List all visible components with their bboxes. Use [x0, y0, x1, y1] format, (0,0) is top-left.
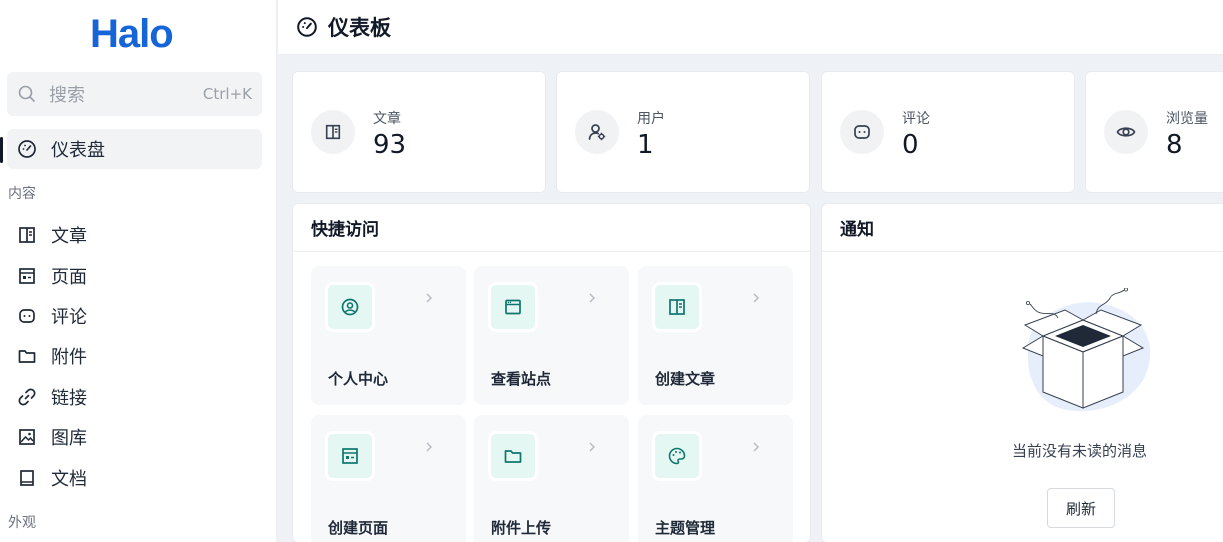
refresh-button[interactable]: 刷新 — [1047, 488, 1115, 528]
folder-icon — [488, 431, 538, 481]
folder-icon — [17, 346, 37, 366]
sidebar-item-label: 文档 — [51, 469, 87, 490]
sidebar-item-label: 附件 — [51, 347, 87, 368]
stat-label: 评论 — [902, 111, 930, 127]
chevron-right-icon — [426, 293, 433, 303]
sidebar-item-label: 仪表盘 — [51, 140, 105, 161]
comment-icon — [840, 110, 884, 154]
stat-value: 0 — [902, 130, 919, 160]
quick-access-profile[interactable]: 个人中心 — [311, 266, 466, 405]
eye-icon — [1104, 110, 1148, 154]
quick-access-label: 查看站点 — [491, 370, 552, 388]
book-icon — [652, 282, 702, 332]
chevron-right-icon — [426, 442, 433, 452]
search-icon — [17, 83, 39, 105]
sidebar: Halo 搜索 Ctrl+K 仪表盘 内容 文章 页面 评论 附件 链接 图库 … — [0, 0, 277, 542]
user-circle-icon — [325, 282, 375, 332]
stat-card-views: 浏览量 8 — [1086, 72, 1223, 192]
group-title-content: 内容 — [8, 186, 36, 202]
user-settings-icon — [575, 110, 619, 154]
sidebar-item-attachments[interactable]: 附件 — [7, 336, 262, 376]
quick-access-label: 创建页面 — [328, 519, 389, 537]
quick-access-panel: 快捷访问 个人中心 查看站点 创建文章 创建页面 附件上传 主题管理 — [293, 204, 810, 542]
notifications-panel: 通知 当前没有未读的消息 刷新 — [822, 204, 1223, 542]
sidebar-item-label: 文章 — [51, 226, 87, 247]
palette-icon — [652, 431, 702, 481]
group-title-appearance: 外观 — [8, 515, 36, 531]
quick-access-label: 创建文章 — [655, 370, 716, 388]
dashboard-icon — [17, 139, 37, 159]
book-icon — [311, 110, 355, 154]
comment-icon — [17, 306, 37, 326]
sidebar-item-label: 页面 — [51, 267, 87, 288]
search-placeholder: 搜索 — [49, 85, 85, 106]
stat-card-posts: 文章 93 — [293, 72, 545, 192]
stat-label: 浏览量 — [1166, 111, 1208, 127]
book-icon — [17, 225, 37, 245]
image-icon — [17, 427, 37, 447]
browser-window-icon — [488, 282, 538, 332]
stat-value: 1 — [637, 130, 654, 160]
active-indicator — [0, 137, 3, 163]
sidebar-item-pages[interactable]: 页面 — [7, 256, 262, 296]
link-icon — [17, 387, 37, 407]
quick-access-create-page[interactable]: 创建页面 — [311, 415, 466, 542]
stat-label: 文章 — [373, 111, 401, 127]
quick-access-label: 附件上传 — [491, 519, 552, 537]
sidebar-item-links[interactable]: 链接 — [7, 377, 262, 417]
sidebar-item-posts[interactable]: 文章 — [7, 215, 262, 255]
quick-access-label: 主题管理 — [655, 519, 716, 537]
chevron-right-icon — [589, 293, 596, 303]
sidebar-item-dashboard[interactable]: 仪表盘 — [7, 129, 262, 169]
chevron-right-icon — [753, 293, 760, 303]
sidebar-item-comments[interactable]: 评论 — [7, 296, 262, 336]
stat-label: 用户 — [637, 111, 665, 127]
sidebar-item-label: 图库 — [51, 428, 87, 449]
quick-access-view-site[interactable]: 查看站点 — [474, 266, 629, 405]
notifications-title: 通知 — [822, 204, 1223, 252]
stat-card-users: 用户 1 — [557, 72, 809, 192]
empty-box-illustration — [1021, 288, 1151, 412]
search-shortcut: Ctrl+K — [202, 85, 252, 103]
sidebar-item-label: 评论 — [51, 307, 87, 328]
quick-access-create-post[interactable]: 创建文章 — [638, 266, 793, 405]
page-icon — [325, 431, 375, 481]
chevron-right-icon — [589, 442, 596, 452]
stat-card-comments: 评论 0 — [822, 72, 1074, 192]
sidebar-item-gallery[interactable]: 图库 — [7, 417, 262, 457]
stat-value: 93 — [373, 130, 407, 160]
sidebar-item-label: 链接 — [51, 388, 87, 409]
search-box[interactable]: 搜索 Ctrl+K — [7, 72, 262, 116]
quick-access-theme-management[interactable]: 主题管理 — [638, 415, 793, 542]
quick-access-upload-attachment[interactable]: 附件上传 — [474, 415, 629, 542]
page-title: 仪表板 — [328, 16, 391, 40]
sidebar-item-docs[interactable]: 文档 — [7, 458, 262, 498]
stat-value: 8 — [1166, 130, 1183, 160]
page-icon — [17, 266, 37, 286]
halo-logo[interactable]: Halo — [90, 10, 174, 58]
quick-access-label: 个人中心 — [328, 370, 389, 388]
dashboard-icon — [296, 16, 318, 38]
app-root: Halo 搜索 Ctrl+K 仪表盘 内容 文章 页面 评论 附件 链接 图库 … — [0, 0, 1223, 542]
empty-message: 当前没有未读的消息 — [1012, 442, 1148, 460]
document-icon — [17, 468, 37, 488]
chevron-right-icon — [753, 442, 760, 452]
quick-access-title: 快捷访问 — [293, 204, 810, 252]
page-header: 仪表板 — [278, 0, 1223, 55]
